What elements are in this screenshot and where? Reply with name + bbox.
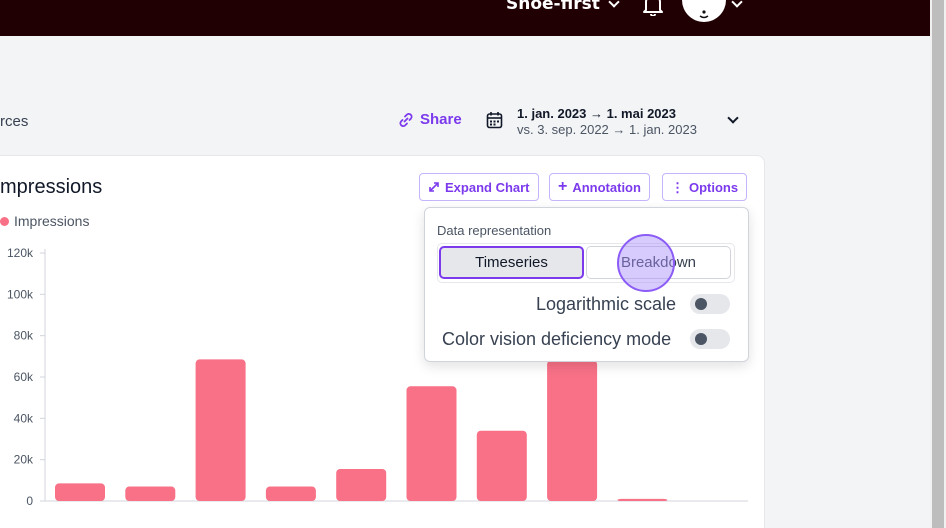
legend-color-dot xyxy=(0,216,9,226)
expand-chart-button[interactable]: Expand Chart xyxy=(419,173,539,201)
bar xyxy=(547,360,598,501)
top-navigation-bar xyxy=(0,0,930,36)
expand-chart-label: Expand Chart xyxy=(445,179,530,195)
log-scale-label: Logarithmic scale xyxy=(536,294,677,314)
legend-label: Impressions xyxy=(14,213,90,229)
date-range-main[interactable]: 1. jan. 2023 → 1. mai 2023 xyxy=(517,106,676,121)
cursor-highlight xyxy=(617,234,675,292)
y-tick-label: 60k xyxy=(14,370,34,384)
bar xyxy=(476,430,527,501)
y-tick-label: 80k xyxy=(14,329,34,343)
bar xyxy=(265,486,316,501)
annotation-label: Annotation xyxy=(572,179,641,195)
color-vision-toggle[interactable] xyxy=(690,329,730,349)
sources-label: rces xyxy=(0,113,29,130)
scrollbar-thumb[interactable] xyxy=(932,0,944,528)
toggle-knob xyxy=(695,298,707,310)
log-scale-toggle[interactable] xyxy=(690,294,730,314)
y-tick-label: 20k xyxy=(14,453,34,467)
toggle-knob xyxy=(695,333,707,345)
share-label: Share xyxy=(420,111,462,128)
bar xyxy=(125,486,176,501)
options-label: Options xyxy=(689,179,739,195)
link-icon xyxy=(399,112,413,127)
color-vision-label: Color vision deficiency mode xyxy=(442,329,672,349)
timeseries-option[interactable]: Timeseries xyxy=(439,246,584,279)
date-range-compare[interactable]: vs. 3. sep. 2022 → 1. jan. 2023 xyxy=(517,122,697,137)
expand-icon xyxy=(429,182,439,192)
more-vertical-icon: ⋮ xyxy=(671,179,684,195)
shop-selector[interactable]: Shoe-first xyxy=(506,0,600,14)
y-tick-label: 120k xyxy=(7,246,34,260)
bar xyxy=(406,386,457,501)
bell-icon[interactable] xyxy=(641,0,665,16)
plus-icon: + xyxy=(558,178,568,195)
options-button[interactable]: ⋮ Options xyxy=(662,173,748,201)
chevron-down-icon[interactable] xyxy=(727,112,739,124)
chart-title: mpressions xyxy=(0,176,103,198)
bar xyxy=(195,359,246,501)
bar xyxy=(55,483,105,501)
bar xyxy=(336,468,387,501)
y-tick-label: 0 xyxy=(26,494,33,508)
avatar-face-icon xyxy=(699,10,709,19)
avatar[interactable] xyxy=(682,0,726,22)
data-representation-label: Data representation xyxy=(437,223,552,238)
share-button[interactable]: Share xyxy=(398,111,462,128)
y-tick-label: 100k xyxy=(7,287,34,301)
bar xyxy=(617,498,668,501)
y-tick-label: 40k xyxy=(14,411,34,425)
add-annotation-button[interactable]: + Annotation xyxy=(549,173,650,201)
chart-legend[interactable]: Impressions xyxy=(0,213,89,229)
calendar-icon[interactable] xyxy=(486,111,503,129)
